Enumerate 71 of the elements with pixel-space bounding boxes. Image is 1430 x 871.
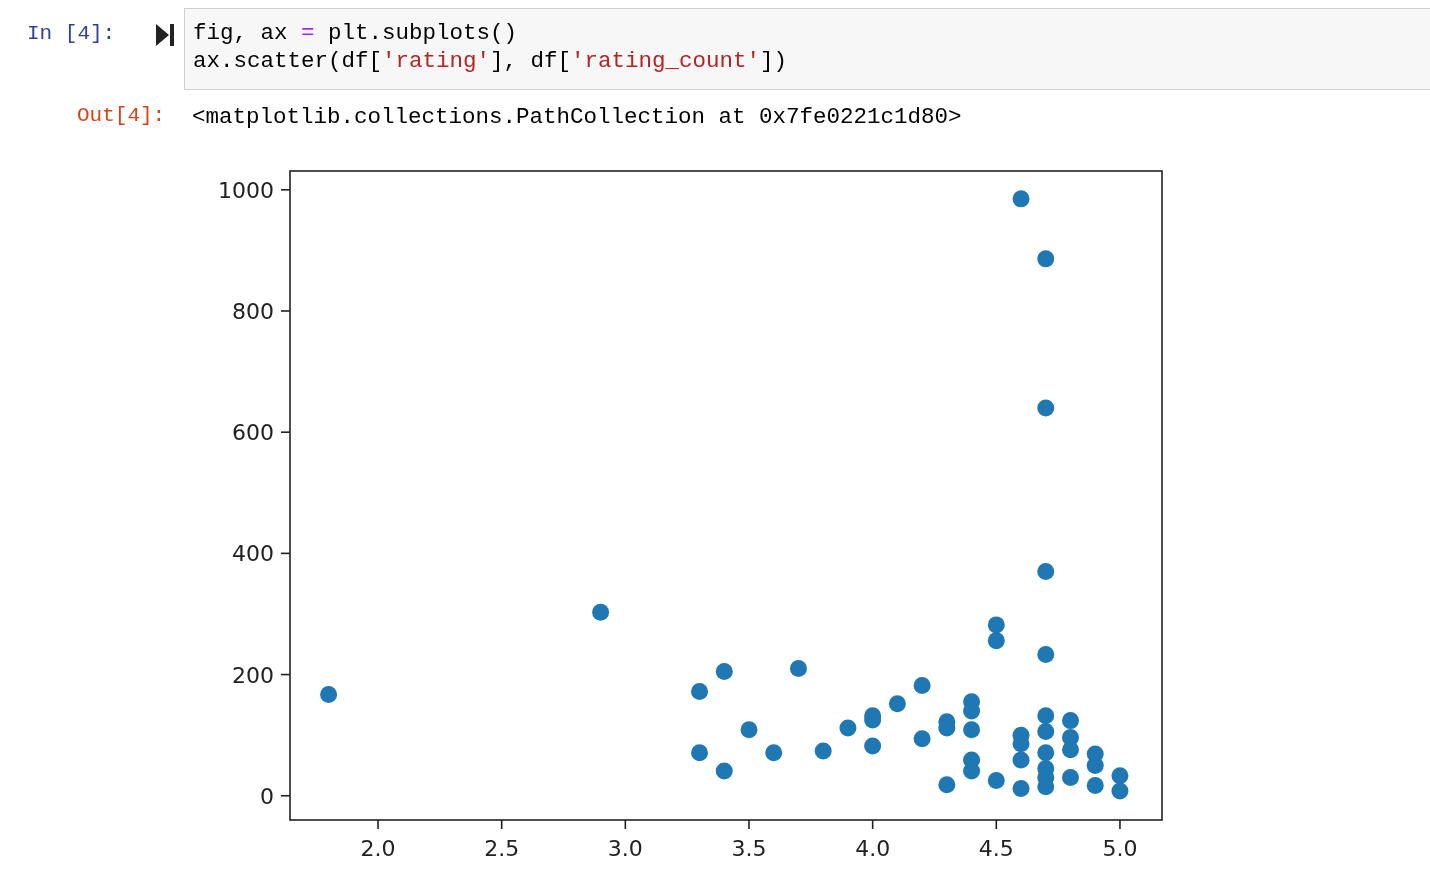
tick-label: 0 — [260, 783, 274, 809]
data-point — [987, 632, 1005, 650]
code-cell[interactable]: fig, ax = plt.subplots() ax.scatter(df['rating'], df['rating_count']) — [184, 8, 1430, 90]
data-point — [691, 744, 709, 762]
data-point — [1037, 250, 1055, 268]
data-point — [1111, 767, 1129, 785]
tick-mark — [748, 819, 750, 830]
data-point — [1062, 769, 1079, 787]
tick-label: 4.0 — [855, 836, 891, 859]
tick-mark — [377, 819, 379, 830]
output-prompt: Out[4]: — [76, 103, 167, 127]
input-prompt: In [4]: — [26, 21, 117, 45]
data-point — [888, 695, 906, 713]
code-line: fig, ax = plt.subplots() — [193, 19, 518, 47]
run-icon[interactable] — [156, 24, 174, 46]
tick-label: 5.0 — [1102, 836, 1138, 859]
tick-label: 2.5 — [484, 836, 520, 859]
tick-label: 2.0 — [360, 836, 396, 859]
tick-label: 200 — [232, 662, 274, 688]
tick-mark — [280, 431, 291, 433]
data-point — [715, 663, 733, 681]
data-point — [987, 772, 1005, 790]
data-point — [1012, 780, 1030, 797]
data-point — [740, 721, 758, 739]
tick-mark — [995, 819, 998, 830]
data-point — [592, 603, 610, 621]
data-point — [1111, 782, 1129, 800]
tick-mark — [280, 189, 291, 191]
tick-mark — [624, 819, 627, 830]
data-point — [715, 762, 733, 780]
data-point — [963, 721, 981, 739]
data-point — [765, 744, 783, 762]
tick-mark — [280, 310, 291, 312]
data-point — [1086, 756, 1104, 774]
tick-label: 3.5 — [731, 836, 767, 859]
data-point — [913, 676, 931, 694]
data-point — [1012, 751, 1030, 769]
data-point — [1012, 190, 1030, 208]
data-point — [789, 660, 807, 677]
data-point — [1037, 399, 1055, 417]
data-point — [938, 776, 956, 794]
data-point — [1086, 776, 1104, 794]
tick-label: 4.5 — [978, 836, 1014, 859]
data-point — [1037, 723, 1055, 741]
data-point — [320, 686, 338, 704]
tick-mark — [500, 819, 503, 830]
tick-label: 3.0 — [607, 836, 643, 859]
tick-mark — [871, 819, 874, 830]
tick-label: 800 — [232, 299, 274, 324]
data-point — [987, 616, 1005, 634]
tick-mark — [280, 673, 291, 676]
data-point — [839, 719, 857, 737]
tick-label: 400 — [232, 541, 274, 567]
data-point — [913, 730, 931, 748]
tick-mark — [1119, 819, 1121, 830]
data-point — [1037, 646, 1055, 664]
output-text: <matplotlib.collections.PathCollection at 0x7fe0221c1d80> — [192, 103, 962, 130]
tick-label: 600 — [232, 420, 274, 446]
data-point — [864, 737, 882, 755]
code-line: ax.scatter(df['rating'], df['rating_count']) — [193, 47, 788, 75]
data-point — [814, 742, 832, 760]
data-point — [691, 683, 709, 701]
tick-mark — [280, 552, 291, 555]
data-point — [1037, 744, 1055, 762]
tick-mark — [280, 794, 291, 797]
data-point — [1062, 712, 1079, 730]
data-point — [1037, 563, 1055, 581]
data-point — [1037, 707, 1055, 725]
data-point — [1062, 741, 1079, 759]
data-point — [963, 762, 981, 780]
tick-label: 1000 — [218, 177, 274, 203]
